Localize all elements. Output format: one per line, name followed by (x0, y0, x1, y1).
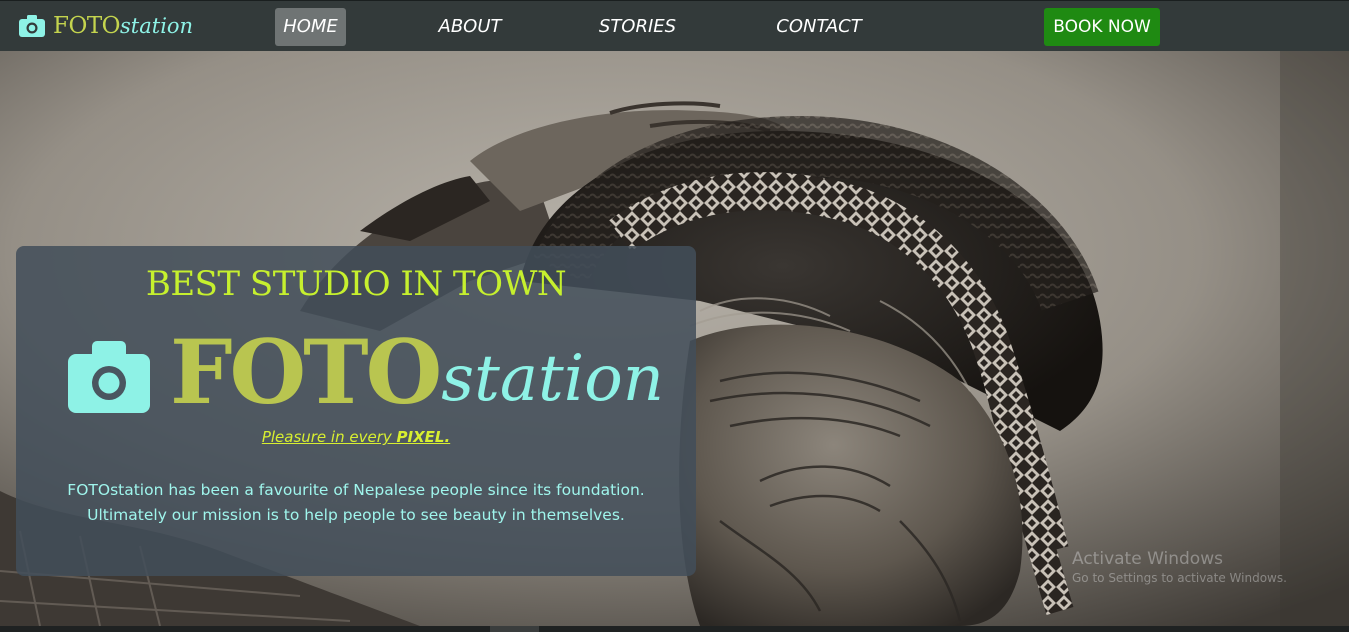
nav-stories-link[interactable]: STORIES (590, 8, 685, 46)
watermark-title: Activate Windows (1072, 549, 1223, 569)
brand-logo[interactable]: FOTO station (19, 10, 193, 42)
watermark-subtitle: Go to Settings to activate Windows. (1072, 571, 1287, 585)
top-navbar: FOTO station HOME ABOUT STORIES CONTACT … (0, 0, 1349, 51)
activate-windows-watermark: Activate Windows Go to Settings to activ… (1072, 549, 1287, 585)
hero-description-line-2: Ultimately our mission is to help people… (87, 506, 625, 524)
hero-logo-station: station (441, 342, 664, 416)
hero-logo: FOTO station (68, 326, 664, 416)
book-now-button[interactable]: BOOK NOW (1044, 8, 1160, 46)
hero-motto: Pleasure in every PIXEL. (16, 428, 696, 446)
hero-intro-card: BEST STUDIO IN TOWN FOTO station Pleasur… (16, 246, 696, 576)
nav-contact-link[interactable]: CONTACT (765, 8, 873, 46)
brand-station-text: station (120, 14, 194, 38)
nav-about-link[interactable]: ABOUT (425, 8, 515, 46)
hero-motto-emphasis: PIXEL. (396, 428, 451, 446)
nav-home-link[interactable]: HOME (275, 8, 346, 46)
hero-motto-text: Pleasure in every (261, 428, 397, 446)
hero-logo-foto: FOTO (170, 320, 442, 424)
hero-description-line-1: FOTOstation has been a favourite of Nepa… (67, 481, 645, 499)
hero-description: FOTOstation has been a favourite of Nepa… (16, 478, 696, 528)
scroll-thumb[interactable] (490, 626, 539, 632)
page-bottom-edge (0, 626, 1349, 632)
brand-foto-text: FOTO (53, 13, 121, 39)
camera-icon (68, 341, 150, 413)
hero-tagline: BEST STUDIO IN TOWN (145, 264, 567, 304)
camera-icon (19, 15, 45, 37)
